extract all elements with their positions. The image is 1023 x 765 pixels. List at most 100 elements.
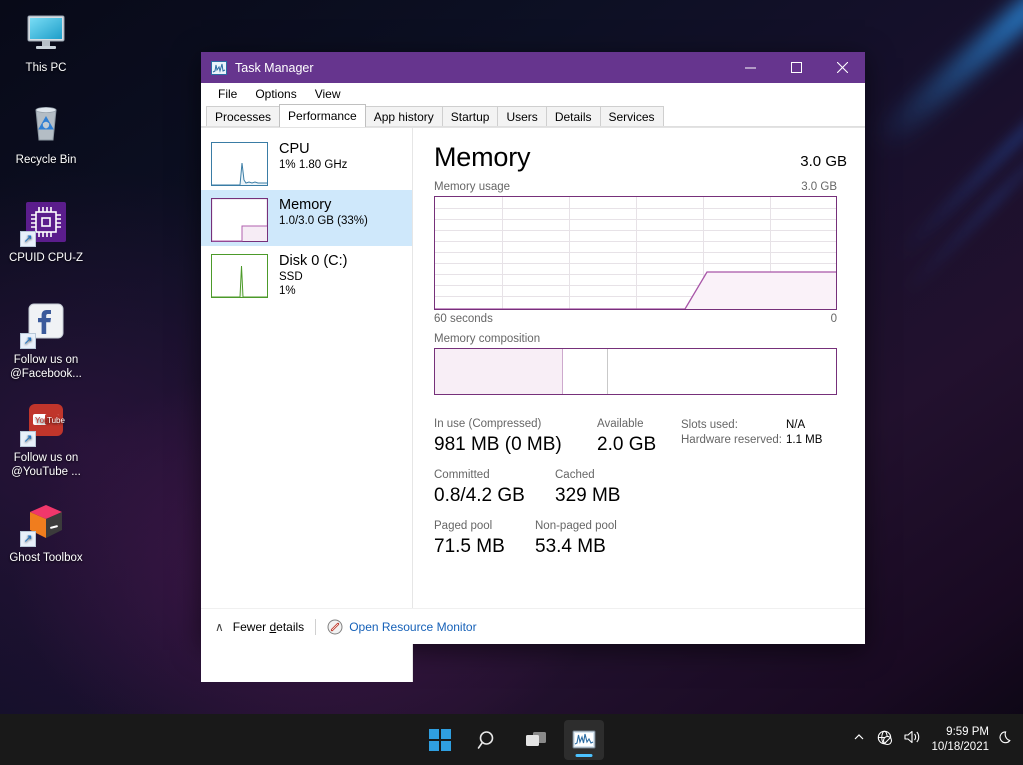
tab-startup[interactable]: Startup (441, 106, 499, 127)
open-resource-monitor-link[interactable]: Open Resource Monitor (349, 620, 476, 634)
minimize-button[interactable] (727, 52, 773, 83)
taskbar-clock[interactable]: 9:59 PM 10/18/2021 (931, 725, 989, 755)
tab-processes[interactable]: Processes (206, 106, 281, 127)
graph-axis-left-label: 60 seconds (434, 313, 493, 325)
desktop-icon-label: Ghost Toolbox (9, 552, 83, 564)
active-app-indicator (575, 753, 592, 757)
tab-users[interactable]: Users (497, 106, 547, 127)
menu-item-view[interactable]: View (306, 85, 350, 103)
stat-cached: Cached 329 MB (555, 468, 620, 509)
desktop-icon-cpuid-cpu-z[interactable]: ↗ CPUID CPU-Z (0, 198, 92, 265)
stat-label: Cached (555, 469, 595, 481)
task-manager-body: CPU 1% 1.80 GHz Memory 1.0/3.0 GB (33%) (201, 127, 865, 682)
start-button[interactable] (420, 720, 460, 760)
memory-detail-pane: Memory 3.0 GB Memory usage 3.0 GB 60 sec… (413, 128, 865, 682)
composition-segment-divider (607, 349, 609, 394)
task-manager-icon (211, 60, 227, 75)
stat-nonpaged-pool: Non-paged pool 53.4 MB (535, 519, 617, 560)
memory-total-value: 3.0 GB (800, 153, 847, 170)
stat-label: Available (597, 418, 644, 430)
maximize-button[interactable] (773, 52, 819, 83)
sidebar-item-subtitle-2: 1% (279, 285, 296, 297)
tray-network-button[interactable] (876, 729, 893, 751)
chevron-up-icon[interactable]: ∧ (215, 620, 224, 634)
tab-performance[interactable]: Performance (279, 104, 366, 127)
close-button[interactable] (819, 52, 865, 83)
menu-item-file[interactable]: File (209, 85, 246, 103)
memory-usage-plot (435, 271, 836, 309)
sidebar-item-memory[interactable]: Memory 1.0/3.0 GB (33%) (201, 190, 412, 246)
tab-app-history[interactable]: App history (364, 106, 443, 127)
monitor-icon (22, 8, 70, 56)
stat-label: Non-paged pool (535, 520, 617, 532)
search-icon (477, 730, 493, 749)
desktop-icon-recycle-bin[interactable]: Recycle Bin (0, 100, 92, 167)
stat-committed: Committed 0.8/4.2 GB (434, 468, 555, 509)
menu-item-options[interactable]: Options (246, 85, 305, 103)
tab-details[interactable]: Details (545, 106, 601, 127)
tab-services[interactable]: Services (599, 106, 664, 127)
desktop-icon-follow-facebook[interactable]: ↗ Follow us on @Facebook... (0, 300, 92, 381)
sidebar-item-title: CPU (279, 141, 310, 157)
taskbar: 9:59 PM 10/18/2021 (0, 714, 1023, 765)
composition-segment-in-use (435, 349, 564, 394)
shortcut-overlay-icon: ↗ (20, 431, 36, 447)
notifications-button[interactable] (999, 729, 1015, 750)
task-view-icon (525, 731, 546, 746)
sidebar-item-subtitle: 1.0/3.0 GB (33%) (279, 215, 368, 227)
tray-overflow-button[interactable] (852, 730, 866, 749)
window-title-bar[interactable]: Task Manager (201, 52, 865, 83)
sidebar-item-title: Disk 0 (C:) (279, 253, 348, 269)
stat-value: N/A (786, 419, 806, 431)
stat-value: 1.1 MB (786, 434, 823, 446)
desktop-icon-ghost-toolbox[interactable]: ↗ Ghost Toolbox (0, 498, 92, 565)
tray-volume-button[interactable] (903, 729, 921, 750)
shortcut-overlay-icon: ↗ (20, 333, 36, 349)
stat-value: 981 MB (0 MB) (434, 434, 562, 455)
fewer-details-button[interactable]: Fewer details (233, 620, 304, 634)
facebook-icon: ↗ (20, 300, 70, 349)
cube-icon: ↗ (20, 498, 70, 547)
stat-value: 0.8/4.2 GB (434, 485, 525, 506)
stat-value: 71.5 MB (434, 536, 505, 557)
shortcut-overlay-icon: ↗ (20, 231, 36, 247)
stat-label: Committed (434, 469, 490, 481)
task-view-button[interactable] (516, 720, 556, 760)
taskbar-task-manager-button[interactable] (563, 719, 604, 760)
stat-available: Available 2.0 GB (597, 417, 681, 458)
memory-thumbnail-graph (210, 197, 269, 243)
sidebar-item-title: Memory (279, 197, 332, 213)
task-manager-window: Task Manager File Options View Processes… (201, 52, 865, 682)
stat-value: 329 MB (555, 485, 621, 506)
search-button[interactable] (468, 720, 508, 760)
taskbar-buttons (420, 719, 604, 760)
sidebar-item-subtitle: 1% 1.80 GHz (279, 159, 348, 171)
cpu-chip-icon: ↗ (20, 198, 70, 247)
stat-label: Slots used: (681, 419, 738, 431)
stat-paged-pool: Paged pool 71.5 MB (434, 519, 535, 560)
desktop-icon-label: Recycle Bin (15, 154, 77, 166)
desktop-icon-this-pc[interactable]: This PC (0, 8, 92, 75)
sidebar-item-cpu[interactable]: CPU 1% 1.80 GHz (201, 134, 412, 190)
clock-time: 9:59 PM (946, 725, 989, 738)
youtube-icon: You Tube ↗ (20, 398, 70, 447)
fewer-details-label-pre: Fewer (232, 619, 270, 634)
globe-no-internet-icon (878, 730, 893, 745)
memory-usage-graph (434, 196, 837, 310)
stat-label: In use (Compressed) (434, 418, 542, 430)
recycle-bin-icon (22, 100, 70, 148)
tab-strip: Processes Performance App history Startu… (201, 104, 865, 127)
page-title: Memory (434, 142, 531, 172)
resource-monitor-icon (327, 619, 343, 635)
memory-composition-bar[interactable] (434, 348, 837, 395)
memory-usage-max: 3.0 GB (801, 181, 837, 193)
chevron-up-icon (855, 734, 864, 740)
sidebar-item-disk0[interactable]: Disk 0 (C:) SSD 1% (201, 246, 412, 302)
memory-usage-label: Memory usage (434, 181, 511, 193)
desktop-icon-follow-youtube[interactable]: You Tube ↗ Follow us on @YouTube ... (0, 398, 92, 479)
wallpaper-light-streak (871, 0, 1023, 153)
sidebar-item-subtitle: SSD (279, 271, 303, 283)
stat-slots-and-reserved: Slots used: N/A Hardware reserved: 1.1 M… (681, 417, 822, 458)
svg-text:Tube: Tube (47, 416, 65, 425)
task-manager-icon (572, 730, 595, 748)
